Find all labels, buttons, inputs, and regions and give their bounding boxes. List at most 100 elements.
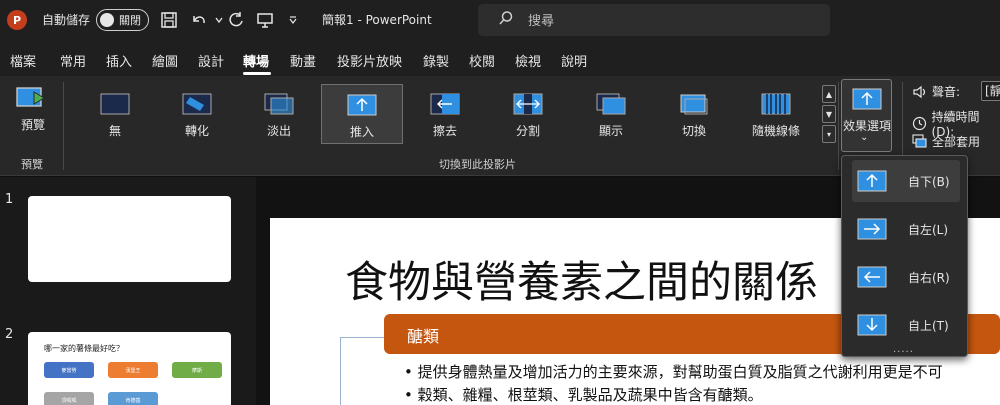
thumbnail-box: 麥當勞 xyxy=(44,362,94,378)
transition-label: 轉化 xyxy=(184,124,209,138)
present-from-start-icon[interactable] xyxy=(254,9,276,31)
thumbnail-box: 摩斯 xyxy=(172,362,222,378)
apply-all-button[interactable]: 全部套用 xyxy=(912,133,980,150)
slide-number: 2 xyxy=(5,327,14,342)
group-separator xyxy=(63,82,64,170)
transition-morph-icon xyxy=(182,93,212,115)
tab-slide-show[interactable]: 投影片放映 xyxy=(337,51,402,70)
gallery-scroll-down[interactable]: ▼ xyxy=(822,105,836,123)
bullet-text: 提供身體熱量及增加活力的主要來源，對幫助蛋白質及脂質之代謝利用更是不可 xyxy=(417,363,943,381)
tab-view[interactable]: 檢視 xyxy=(515,51,541,70)
undo-icon[interactable] xyxy=(188,9,210,31)
transition-label: 切換 xyxy=(681,124,706,138)
transition-group-label: 切換到此投影片 xyxy=(439,158,516,171)
transition-wipe[interactable]: 擦去 xyxy=(404,84,486,144)
transition-switch-icon xyxy=(680,94,708,115)
section-header-text: 醣類 xyxy=(407,327,440,346)
bullet-item[interactable]: • 穀類、雜糧、根莖類、乳製品及蔬果中皆含有醣類。 xyxy=(404,384,763,405)
bullet-text: 穀類、雜糧、根莖類、乳製品及蔬果中皆含有醣類。 xyxy=(417,386,763,404)
autosave-label: 自動儲存 xyxy=(42,13,91,27)
transition-reveal-icon xyxy=(596,93,626,115)
transition-push[interactable]: 推入 xyxy=(321,84,403,144)
sound-row: 聲音: xyxy=(912,83,960,100)
powerpoint-app-icon: P xyxy=(7,10,27,30)
gallery-more[interactable]: ▾ xyxy=(822,125,836,143)
preview-group-label: 預覽 xyxy=(21,158,43,171)
tab-help[interactable]: 說明 xyxy=(561,51,587,70)
autosave-state: 關閉 xyxy=(119,14,141,27)
transition-label: 淡出 xyxy=(266,124,291,138)
document-title: 簡報1 - PowerPoint xyxy=(322,13,432,27)
thumbnail-box: 頂呱呱 xyxy=(44,392,94,405)
autosave-toggle[interactable]: 關閉 xyxy=(96,9,149,31)
search-icon xyxy=(498,10,514,29)
customize-toolbar-icon[interactable] xyxy=(282,9,304,31)
thumbnail-title: 哪一家的薯條最好吃？ xyxy=(44,344,124,353)
preview-icon xyxy=(16,87,45,107)
transition-wipe-icon xyxy=(430,93,460,115)
effect-option-label: 自左(L) xyxy=(908,222,949,237)
tab-review[interactable]: 校閱 xyxy=(469,51,495,70)
slide-thumbnail-2[interactable]: 哪一家的薯條最好吃？ 麥當勞 漢堡王 摩斯 頂呱呱 肯德基 xyxy=(28,332,231,405)
save-icon[interactable] xyxy=(158,9,180,31)
transition-push-icon xyxy=(347,94,377,116)
transition-reveal[interactable]: 顯示 xyxy=(570,84,652,144)
tab-home[interactable]: 常用 xyxy=(60,51,86,70)
transition-label: 推入 xyxy=(349,125,374,139)
apply-all-icon xyxy=(912,134,928,150)
transition-label: 分割 xyxy=(515,124,540,138)
thumbnail-box: 肯德基 xyxy=(108,392,158,405)
transition-fade-icon xyxy=(264,93,294,115)
sound-label: 聲音: xyxy=(932,85,961,99)
group-separator xyxy=(838,82,839,170)
effect-options-icon xyxy=(852,88,882,110)
menu-resize-grip[interactable]: ..... xyxy=(893,344,914,355)
slide-title[interactable]: 食物與營養素之間的關係 xyxy=(345,248,818,310)
transition-gallery: 無 轉化 淡出 推入 擦去 分割 顯示 切換 隨機線條 xyxy=(70,84,820,146)
arrow-left-icon xyxy=(857,266,887,288)
tab-draw[interactable]: 繪圖 xyxy=(152,51,178,70)
effect-option-label: 自下(B) xyxy=(908,174,950,189)
effect-option-label: 自右(R) xyxy=(908,270,950,285)
tab-record[interactable]: 錄製 xyxy=(423,51,449,70)
transition-none[interactable]: 無 xyxy=(74,84,156,144)
active-tab-indicator xyxy=(243,72,271,75)
tab-insert[interactable]: 插入 xyxy=(106,51,132,70)
bullet-item[interactable]: • 提供身體熱量及增加活力的主要來源，對幫助蛋白質及脂質之代謝利用更是不可 xyxy=(404,361,943,382)
gallery-scroll-up[interactable]: ▲ xyxy=(822,85,836,103)
transition-switch[interactable]: 切換 xyxy=(653,84,735,144)
title-bar: P 自動儲存 關閉 簡報1 - PowerPoint 搜尋 xyxy=(0,0,1000,40)
transition-morph[interactable]: 轉化 xyxy=(156,84,238,144)
clock-icon xyxy=(912,116,928,132)
search-placeholder: 搜尋 xyxy=(528,14,555,29)
slide-number: 1 xyxy=(5,192,14,207)
ribbon-tabs: 檔案 常用 插入 繪圖 設計 轉場 動畫 投影片放映 錄製 校閱 檢視 說明 xyxy=(0,40,1000,76)
transition-label: 擦去 xyxy=(432,124,457,138)
arrow-down-icon xyxy=(857,314,887,336)
transition-fade[interactable]: 淡出 xyxy=(238,84,320,144)
transition-none-icon xyxy=(100,93,130,115)
transition-label: 隨機線條 xyxy=(751,124,800,138)
sound-dropdown[interactable]: [靜 xyxy=(981,81,1000,101)
thumbnail-box: 漢堡王 xyxy=(108,362,158,378)
tab-design[interactable]: 設計 xyxy=(198,51,224,70)
effect-from-bottom[interactable]: 自下(B) xyxy=(852,160,960,202)
arrow-up-icon xyxy=(857,170,887,192)
tab-transitions[interactable]: 轉場 xyxy=(243,51,269,70)
tab-animations[interactable]: 動畫 xyxy=(290,51,316,70)
transition-label: 顯示 xyxy=(598,124,623,138)
transition-label: 無 xyxy=(108,124,121,138)
slide-thumbnail-1[interactable] xyxy=(28,196,231,282)
sound-icon xyxy=(912,84,928,100)
toggle-knob xyxy=(100,13,114,27)
transition-split[interactable]: 分割 xyxy=(487,84,569,144)
redo-icon[interactable] xyxy=(225,9,247,31)
effect-from-top[interactable]: 自上(T) xyxy=(852,304,960,346)
arrow-right-icon xyxy=(857,218,887,240)
tab-file[interactable]: 檔案 xyxy=(10,51,36,70)
chevron-down-icon: ⌄ xyxy=(860,132,869,143)
effect-from-right[interactable]: 自右(R) xyxy=(852,256,960,298)
apply-all-label: 全部套用 xyxy=(932,135,981,149)
transition-random-bars[interactable]: 隨機線條 xyxy=(735,84,817,144)
effect-from-left[interactable]: 自左(L) xyxy=(852,208,960,250)
